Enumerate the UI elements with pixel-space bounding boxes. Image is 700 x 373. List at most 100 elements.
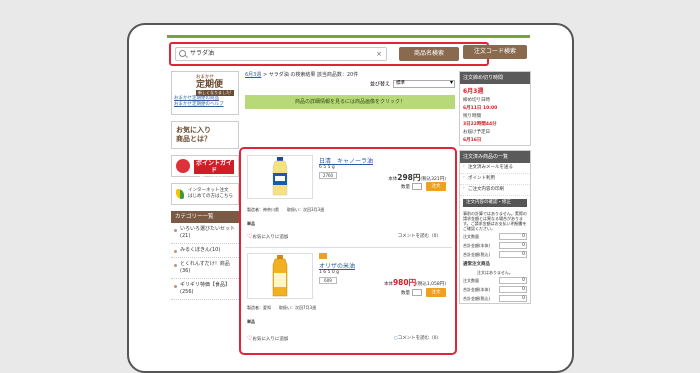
product-size: 6 5 5 g [319, 165, 335, 170]
summary-value: 0 [499, 233, 527, 240]
summary-label: 合計金額(税込) [463, 251, 491, 257]
point-use-link[interactable]: ポイント利用 [460, 174, 530, 185]
category-item[interactable]: みるくぼきん(10) [171, 244, 239, 258]
price-prefix: 本体 [383, 282, 393, 287]
teiki-banner[interactable]: おまかせ 定期便 新しくなりました! おまかせ定期便の商品 おまかせ定期便のヘル… [171, 71, 239, 115]
point-guide-banner[interactable]: ポイントガイド 詳しくはこちら [171, 155, 239, 180]
summary-label: 注文数量 [463, 233, 479, 239]
price-prefix: 本体 [388, 177, 398, 182]
search-area-highlight: サラダ油 × 商品名検索 [169, 42, 489, 66]
read-comments-link[interactable]: ○コメントを読む（0） [394, 335, 441, 341]
category-item[interactable]: ギリギリ特価【食品】(256) [171, 279, 239, 300]
price-tax: (税込1,058円) [416, 282, 446, 287]
summary-note: 事前の計算ではありません。実際の請求金額とは異なる場合があります。ご請求金額はお… [463, 211, 527, 231]
order-button[interactable]: 注文 [426, 182, 446, 191]
summary-heading[interactable]: 注文内容の確認・修正 [463, 199, 527, 207]
point-guide-title: ポイントガイド [195, 160, 232, 174]
summary-label: 合計金額(本体) [463, 286, 491, 292]
regular-heading: 通常注文商品 [463, 262, 490, 267]
product-maker: 製造者：愛知 取扱い：次回7月3週 [247, 305, 317, 310]
product-name-link[interactable]: オリザの米油 [319, 261, 355, 270]
beginner-banner[interactable]: インターネット注文 はじめての方はこちら [171, 183, 239, 205]
send-mail-link[interactable]: 注文済みメールを送る [460, 163, 530, 174]
product-tag: 単品 [247, 221, 255, 226]
teiki-link-help[interactable]: おまかせ定期便のヘルプ [174, 102, 236, 108]
browser-frame: サラダ油 × 商品名検索 注文コード検索 おまかせ 定期便 新しくなりました! … [127, 23, 574, 373]
regular-note: 注文はありません。 [477, 270, 513, 275]
divider [245, 247, 452, 248]
code-search-button[interactable]: 注文コード検索 [463, 45, 527, 59]
quantity-label: 数量 [401, 291, 410, 296]
read-comments-link[interactable]: コメントを読む（0） [398, 233, 441, 239]
new-badge-icon [319, 253, 327, 259]
summary-value: 0 [499, 277, 527, 284]
quantity-field: 数量 [401, 289, 422, 296]
search-input-value: サラダ油 [190, 50, 215, 57]
breadcrumb: 6月3週 > サラダ油 の検索結果 該当商品数：20件 [245, 71, 455, 79]
product-image[interactable] [247, 155, 313, 199]
summary-row: 合計金額(本体) 0 [460, 241, 530, 250]
summary-row: 注文数量 0 [460, 276, 530, 285]
category-item[interactable]: とくれんすだけ！商品(36) [171, 258, 239, 279]
summary-row: 注文数量 0 [460, 232, 530, 241]
remain-label: 残り時間 [463, 114, 481, 119]
quantity-label: 数量 [401, 185, 410, 190]
category-heading: カテゴリー一覧 [171, 211, 239, 223]
summary-value: 0 [499, 242, 527, 249]
print-link[interactable]: ご注文内容の印刷 [460, 185, 530, 196]
add-favorite-link[interactable]: お気に入りに追加 [252, 337, 288, 342]
delivery-label: お届け予定日 [463, 130, 490, 135]
summary-value: 0 [499, 286, 527, 293]
close-label: 締め切り日時 [463, 98, 490, 103]
deadline-box: 注文締め切り時間 6月3週 締め切り日時 6月11日 10:00 残り時間 3日… [459, 71, 531, 146]
sort-row: 並び替え 標準 [245, 80, 455, 90]
close-value: 6月11日 10:00 [463, 106, 498, 111]
product-size: 1 6 5 0 g [319, 270, 340, 275]
quantity-field: 数量 [401, 183, 422, 190]
price-value: 298円 [397, 173, 421, 182]
sort-select[interactable]: 標準 [393, 80, 455, 88]
read-comments-text: コメントを読む（0） [397, 336, 441, 341]
remain-value: 3日22時間44分 [463, 122, 497, 127]
sort-label: 並び替え [369, 81, 390, 88]
quantity-input[interactable] [412, 289, 422, 296]
product-image[interactable] [247, 253, 313, 299]
teiki-title: 定期便 [196, 80, 224, 90]
summary-row: 合計金額(税込) 0 [460, 250, 530, 259]
search-input[interactable]: サラダ油 × [175, 47, 387, 61]
product-code: 2760 [319, 172, 337, 179]
category-item[interactable]: いろいろ選びたいセット(21) [171, 223, 239, 244]
product-maker: 製造者：神奈川県 取扱い：次回3月3週 [247, 207, 325, 212]
summary-label: 注文数量 [463, 277, 479, 283]
point-guide-sub: 詳しくはこちら [200, 175, 228, 180]
product-actions: ♡お気に入りに追加 ○コメントを読む（0） [247, 335, 447, 342]
info-banner: 商品の詳細情報を見るには商品画像をクリック！ [245, 95, 455, 109]
summary-label: 合計金額(本体) [463, 242, 491, 248]
summary-row: 合計金額(税込) 0 [460, 294, 530, 303]
summary-row: 合計金額(本体) 0 [460, 285, 530, 294]
favorites-line1: お気に入り [176, 126, 211, 134]
product-name-link[interactable]: 日清 キャノーラ油 [319, 156, 373, 165]
favorites-banner[interactable]: お気に入り 商品とは？ [171, 121, 239, 149]
product-card: オリザの米油 1 6 5 0 g 609 本体980円(税込1,058円) 数量… [245, 249, 452, 353]
point-guide-label: ポイントガイド 詳しくはこちら [194, 160, 234, 180]
oil-bottle-icon [272, 157, 288, 196]
clear-icon[interactable]: × [376, 48, 382, 60]
product-card: 日清 キャノーラ油 6 5 5 g 2760 本体298円(税込321円) 数量… [245, 153, 452, 249]
ordered-links: 注文済みメールを送る ポイント利用 ご注文内容の印刷 [460, 163, 530, 196]
deadline-week: 6月3週 [463, 88, 484, 95]
left-sidebar: おまかせ 定期便 新しくなりました! おまかせ定期便の商品 おまかせ定期便のヘル… [171, 71, 239, 300]
breadcrumb-week-link[interactable]: 6月3週 [245, 72, 261, 78]
delivery-value: 6月16日 [463, 138, 482, 143]
product-price: 本体980円(税込1,058円) [384, 277, 446, 288]
result-count-text: > サラダ油 の検索結果 該当商品数：20件 [261, 72, 359, 78]
product-actions: ♡お気に入りに追加 コメントを読む（0） [247, 233, 447, 240]
summary-value: 0 [499, 251, 527, 258]
search-icon [179, 50, 186, 57]
order-button[interactable]: 注文 [426, 288, 446, 297]
product-tag: 単品 [247, 319, 255, 324]
name-search-button[interactable]: 商品名検索 [399, 47, 459, 61]
beginner-line2: はじめての方はこちら [188, 194, 233, 199]
quantity-input[interactable] [412, 183, 422, 190]
add-favorite-link[interactable]: お気に入りに追加 [252, 235, 288, 240]
